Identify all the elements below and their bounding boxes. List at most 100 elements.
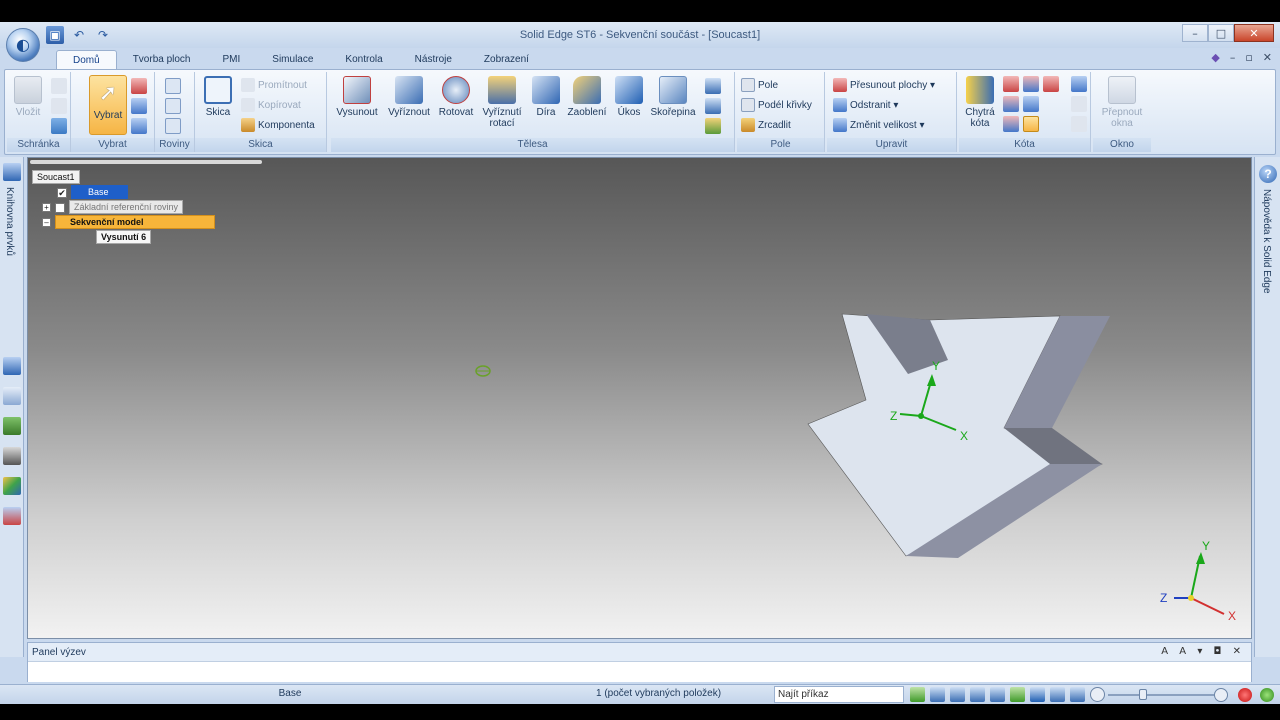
along-curve-button[interactable]: Podél křivky xyxy=(741,98,812,114)
record-icon[interactable] xyxy=(1238,688,1252,702)
dim-icon-6[interactable] xyxy=(1003,116,1019,132)
dim-icon-4[interactable] xyxy=(1003,96,1019,112)
family-icon[interactable] xyxy=(3,417,21,435)
layers-icon[interactable] xyxy=(3,387,21,405)
tab-surfacing[interactable]: Tvorba ploch xyxy=(117,50,207,70)
docs-icon[interactable] xyxy=(3,507,21,525)
feature-library-tab[interactable]: Knihovna prvků xyxy=(4,187,15,256)
sensors-icon[interactable] xyxy=(3,447,21,465)
zoom-area-icon[interactable] xyxy=(930,687,945,702)
tree-feature-row[interactable]: Vysunutí 6 xyxy=(96,230,152,244)
tab-simulation[interactable]: Simulace xyxy=(256,50,329,70)
view-orientation-icon[interactable] xyxy=(1050,687,1065,702)
dim-icon-7[interactable] xyxy=(1023,116,1039,132)
dim-icon-1[interactable] xyxy=(1003,76,1019,92)
prompt-panel-body[interactable] xyxy=(28,661,1251,682)
tab-tools[interactable]: Nástroje xyxy=(399,50,468,70)
base-checkbox[interactable]: ✔ xyxy=(57,187,67,198)
help-icon[interactable]: ? xyxy=(1259,165,1277,183)
prompt-panel-controls[interactable]: A A ▾ ◘ ✕ xyxy=(1161,646,1245,657)
select-button[interactable]: ➚ Vybrat xyxy=(89,75,127,135)
sketch-button[interactable]: Skica xyxy=(199,76,237,118)
include-button[interactable]: Kopírovat xyxy=(241,98,301,114)
doc-minimize-button[interactable]: – xyxy=(1230,51,1236,64)
rotate-icon[interactable] xyxy=(910,687,925,702)
pathfinder-icon[interactable] xyxy=(3,357,21,375)
zoom-slider-thumb[interactable] xyxy=(1138,689,1147,700)
restore-button[interactable]: □ xyxy=(1208,24,1234,42)
tree-ordered-row[interactable]: – Sekvenční model xyxy=(42,215,215,229)
round-button[interactable]: Zaoblení xyxy=(565,76,609,118)
tree-root-row[interactable]: Soucast1 xyxy=(32,170,80,184)
solids-more-icon-3[interactable] xyxy=(705,118,721,134)
application-button[interactable]: ◐ xyxy=(6,28,40,62)
doc-restore-button[interactable]: ▫ xyxy=(1245,51,1252,64)
feature-library-icon[interactable] xyxy=(3,163,21,181)
command-finder-input[interactable]: Najít příkaz xyxy=(774,686,904,703)
zoom-out-icon[interactable] xyxy=(1090,687,1105,702)
thin-wall-button[interactable]: Skořepina xyxy=(649,76,697,118)
tree-refplanes-row[interactable]: + Základní referenční roviny xyxy=(42,200,184,214)
options-icon[interactable]: ◆ xyxy=(1211,51,1219,64)
resize-button[interactable]: Změnit velikost ▾ xyxy=(833,118,925,134)
dim-icon-5[interactable] xyxy=(1023,96,1039,112)
delete-button[interactable]: Odstranit ▾ xyxy=(833,98,898,114)
solids-more-icon-2[interactable] xyxy=(705,98,721,114)
refplanes-expander[interactable]: + xyxy=(42,203,51,213)
tree-base-row[interactable]: ✔ Base xyxy=(57,185,128,199)
tab-inspect[interactable]: Kontrola xyxy=(329,50,398,70)
dim-icon-2[interactable] xyxy=(1023,76,1039,92)
dim-icon-8[interactable] xyxy=(1071,76,1087,92)
colors-icon[interactable] xyxy=(3,477,21,495)
copy-icon[interactable] xyxy=(51,98,67,114)
text-icon-1[interactable] xyxy=(1071,96,1087,112)
cutout-button[interactable]: Vyříznout xyxy=(385,76,433,118)
text-icon-2[interactable] xyxy=(1071,116,1087,132)
project-button[interactable]: Promítnout xyxy=(241,78,307,94)
component-button[interactable]: Komponenta xyxy=(241,118,315,134)
zoom-icon[interactable] xyxy=(950,687,965,702)
tree-feature[interactable]: Vysunutí 6 xyxy=(96,230,152,244)
tree-ref-planes[interactable]: Základní referenční roviny xyxy=(69,200,184,214)
select-tool-icon-3[interactable] xyxy=(131,118,147,134)
home-view-icon[interactable] xyxy=(1260,688,1274,702)
pattern-button[interactable]: Pole xyxy=(741,78,778,94)
move-faces-button[interactable]: Přesunout plochy ▾ xyxy=(833,78,935,94)
smart-dimension-button[interactable]: Chytrá kóta xyxy=(961,76,999,129)
cut-icon[interactable] xyxy=(51,78,67,94)
dim-icon-3[interactable] xyxy=(1043,76,1059,92)
solids-more-icon-1[interactable] xyxy=(705,78,721,94)
ordered-expander[interactable]: – xyxy=(42,218,51,228)
help-tab[interactable]: Nápověda k Solid Edge xyxy=(1261,189,1272,294)
tab-pmi[interactable]: PMI xyxy=(207,50,257,70)
switch-windows-button[interactable]: Přepnout okna xyxy=(1095,76,1149,129)
revolve-button[interactable]: Rotovat xyxy=(435,76,477,118)
graphics-window[interactable]: X Y Z X Y Z Soucast1 ✔ Base + Základní r… xyxy=(27,157,1252,639)
refplanes-checkbox[interactable] xyxy=(55,202,65,213)
shaded-view-icon[interactable] xyxy=(1030,687,1045,702)
hole-button[interactable]: Díra xyxy=(529,76,563,118)
spin-icon[interactable] xyxy=(1010,687,1025,702)
display-icon[interactable] xyxy=(1070,687,1085,702)
zoom-slider[interactable] xyxy=(1108,694,1214,696)
format-painter-icon[interactable] xyxy=(51,118,67,134)
doc-close-button[interactable]: ✕ xyxy=(1263,51,1272,64)
minimize-button[interactable]: – xyxy=(1182,24,1208,42)
pan-icon[interactable] xyxy=(990,687,1005,702)
zoom-in-icon[interactable] xyxy=(1214,688,1228,702)
tab-home[interactable]: Domů xyxy=(56,50,117,70)
mirror-button[interactable]: Zrcadlit xyxy=(741,118,791,134)
close-button[interactable]: ✕ xyxy=(1234,24,1274,42)
tab-view[interactable]: Zobrazení xyxy=(468,50,545,70)
draft-button[interactable]: Úkos xyxy=(613,76,645,118)
plane-icon-1[interactable] xyxy=(165,78,181,94)
tree-ordered-model[interactable]: Sekvenční model xyxy=(55,215,215,229)
plane-icon-3[interactable] xyxy=(165,118,181,134)
tree-root[interactable]: Soucast1 xyxy=(32,170,80,184)
paste-button[interactable]: Vložit xyxy=(11,76,45,118)
plane-icon-2[interactable] xyxy=(165,98,181,114)
select-tool-icon-2[interactable] xyxy=(131,98,147,114)
select-tool-icon-1[interactable] xyxy=(131,78,147,94)
tree-base[interactable]: Base xyxy=(71,185,128,199)
extrude-button[interactable]: Vysunout xyxy=(333,76,381,118)
